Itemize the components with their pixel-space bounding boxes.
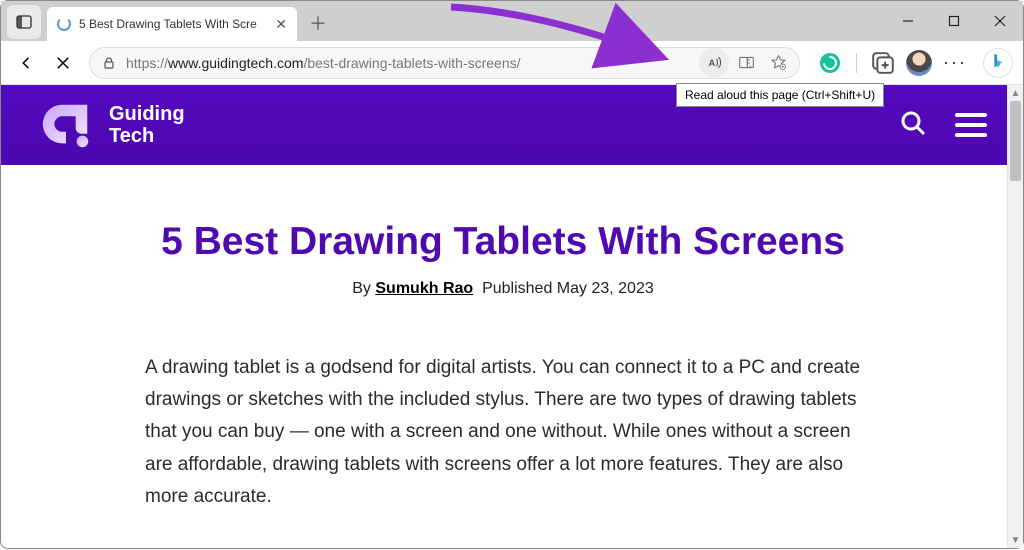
browser-tab[interactable]: 5 Best Drawing Tablets With Scre ✕ [47,7,297,41]
vertical-scrollbar[interactable]: ▲ ▼ [1007,85,1023,548]
profile-avatar[interactable] [905,49,933,77]
bing-button[interactable] [983,48,1013,78]
scrollbar-thumb[interactable] [1010,101,1021,181]
toolbar-right: ··· [816,48,1013,78]
article-title: 5 Best Drawing Tablets With Screens [145,219,861,266]
gt-logo-icon [37,98,95,152]
close-window-button[interactable] [977,1,1023,41]
svg-text:A: A [708,58,715,68]
scroll-up-arrow[interactable]: ▲ [1008,85,1023,101]
browser-toolbar: https://www.guidingtech.com/best-drawing… [1,41,1023,85]
article-byline: By Sumukh Rao Published May 23, 2023 [145,280,861,298]
toolbar-divider [856,53,857,73]
site-logo[interactable]: Guiding Tech [37,98,185,152]
address-bar[interactable]: https://www.guidingtech.com/best-drawing… [89,47,800,79]
collections-button[interactable] [869,49,897,77]
grammarly-extension-icon[interactable] [816,49,844,77]
tab-close-button[interactable]: ✕ [273,16,289,33]
maximize-button[interactable] [931,1,977,41]
window-controls [885,1,1023,41]
publish-date: May 23, 2023 [557,280,654,297]
url-text: https://www.guidingtech.com/best-drawing… [126,55,699,71]
page-viewport: Guiding Tech 5 Best Drawing Tablets With… [1,85,1023,550]
search-button[interactable] [899,109,927,142]
minimize-button[interactable] [885,1,931,41]
article: 5 Best Drawing Tablets With Screens By S… [1,165,1001,550]
reader-mode-button[interactable] [731,48,761,78]
back-button[interactable] [11,47,43,79]
site-name: Guiding Tech [109,103,185,147]
menu-button[interactable] [955,113,987,137]
new-tab-button[interactable]: ＋ [303,8,333,38]
settings-menu-button[interactable]: ··· [941,49,969,77]
header-actions [899,109,987,142]
tab-title: 5 Best Drawing Tablets With Scre [79,17,273,31]
stop-button[interactable] [47,47,79,79]
address-bar-actions: A [699,48,793,78]
article-body: A drawing tablet is a godsend for digita… [145,352,861,513]
browser-titlebar: 5 Best Drawing Tablets With Scre ✕ ＋ [1,1,1023,41]
loading-spinner-icon [57,17,71,31]
read-aloud-tooltip: Read aloud this page (Ctrl+Shift+U) [676,83,884,107]
tab-actions-button[interactable] [7,5,41,39]
read-aloud-button[interactable]: A [699,48,729,78]
site-info-lock-icon[interactable] [100,54,118,72]
favorites-button[interactable] [763,48,793,78]
scroll-down-arrow[interactable]: ▼ [1008,532,1023,548]
author-link[interactable]: Sumukh Rao [375,280,473,297]
